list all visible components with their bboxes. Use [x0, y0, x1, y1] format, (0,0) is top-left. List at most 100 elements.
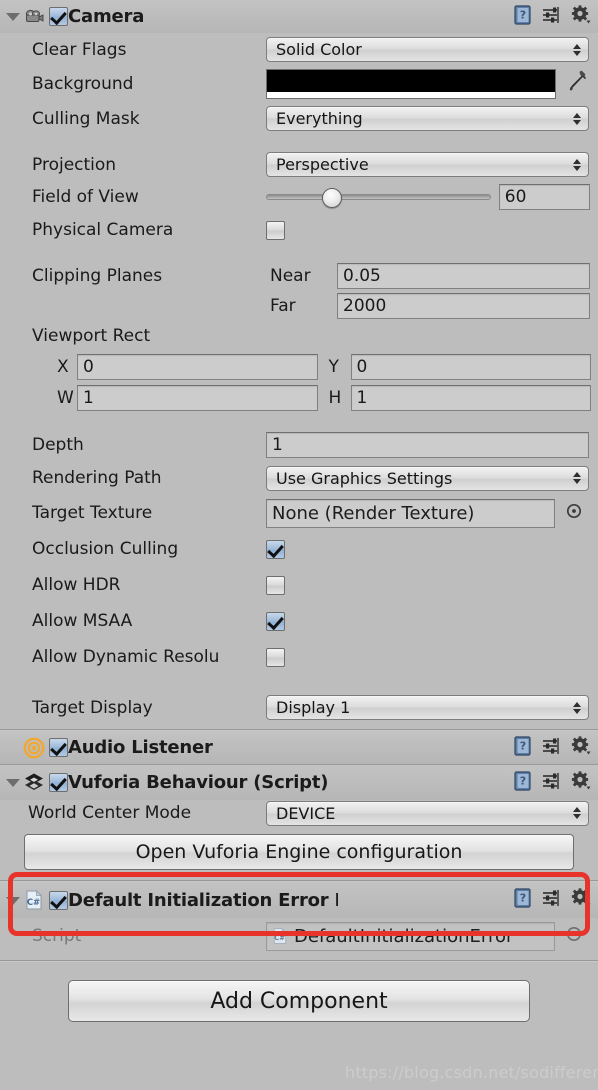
row-script: Script C# DefaultInitializationError — [0, 918, 598, 954]
row-target-texture: Target Texture None (Render Texture) — [0, 495, 598, 531]
value-viewport-x: 0 — [83, 356, 94, 377]
svg-text:?: ? — [520, 774, 526, 787]
chevron-updown-icon — [573, 700, 582, 716]
gear-icon[interactable] — [570, 4, 592, 30]
chevron-updown-icon — [573, 805, 582, 821]
component-header-default-init-error-handler[interactable]: C# Default Initialization Error Hand ? — [0, 882, 598, 918]
dropdown-clear-flags[interactable]: Solid Color — [266, 37, 589, 62]
label-culling-mask: Culling Mask — [32, 108, 140, 129]
value-clipping-far: 2000 — [343, 295, 387, 316]
gear-icon[interactable] — [570, 770, 592, 796]
component-header-audio-listener[interactable]: Audio Listener ? — [0, 731, 598, 765]
label-viewport-rect: Viewport Rect — [32, 326, 151, 346]
label-background: Background — [32, 74, 134, 94]
row-viewport-rect-label: Viewport Rect — [0, 321, 598, 351]
label-viewport-y: Y — [328, 356, 339, 377]
label-viewport-x: X — [57, 356, 69, 377]
label-clipping-planes: Clipping Planes — [32, 265, 163, 286]
checkbox-allow-dynamic-resolution[interactable] — [266, 647, 285, 667]
dropdown-value-projection: Perspective — [276, 155, 369, 174]
add-component-button[interactable]: Add Component — [68, 980, 530, 1022]
foldout-arrow-camera[interactable] — [4, 8, 21, 25]
header-icon-group-default-init-error-handler: ? — [504, 887, 592, 913]
watermark-text: https://blog.csdn.net/sodifferent — [345, 1063, 598, 1082]
help-book-icon[interactable]: ? — [512, 735, 534, 761]
label-near: Near — [270, 265, 311, 286]
dropdown-value-culling-mask: Everything — [276, 109, 363, 128]
label-depth: Depth — [32, 435, 84, 455]
camera-icon — [23, 6, 45, 28]
label-clear-flags: Clear Flags — [32, 39, 127, 60]
input-clipping-far[interactable]: 2000 — [337, 292, 590, 319]
open-vuforia-engine-configuration-button[interactable]: Open Vuforia Engine configuration — [24, 834, 574, 870]
checkbox-allow-msaa[interactable] — [266, 611, 285, 631]
row-clipping-planes-far: Far 2000 — [0, 290, 598, 321]
audio-listener-icon — [23, 737, 45, 759]
row-allow-dynamic-resolution: Allow Dynamic Resolu — [0, 639, 598, 675]
label-projection: Projection — [32, 154, 117, 175]
label-rendering-path: Rendering Path — [32, 468, 162, 488]
component-header-vuforia[interactable]: Vuforia Behaviour (Script) ? — [0, 765, 598, 800]
dropdown-culling-mask[interactable]: Everything — [266, 106, 589, 131]
gear-icon[interactable] — [570, 887, 592, 913]
row-culling-mask: Culling Mask Everything — [0, 102, 598, 135]
component-header-camera[interactable]: Camera ? — [0, 0, 598, 33]
dropdown-world-center-mode[interactable]: DEVICE — [266, 800, 589, 826]
svg-text:?: ? — [520, 892, 526, 905]
checkbox-allow-hdr[interactable] — [266, 575, 285, 595]
object-picker-icon[interactable] — [565, 502, 583, 524]
dropdown-rendering-path[interactable]: Use Graphics Settings — [266, 465, 589, 491]
object-picker-icon[interactable] — [565, 925, 583, 947]
row-physical-camera: Physical Camera — [0, 213, 598, 247]
foldout-arrow-audio-listener[interactable] — [4, 739, 21, 756]
input-viewport-x[interactable]: 0 — [77, 353, 318, 380]
input-field-of-view[interactable]: 60 — [498, 183, 590, 210]
dropdown-value-clear-flags: Solid Color — [276, 40, 362, 59]
object-field-script[interactable]: C# DefaultInitializationError — [266, 921, 555, 951]
help-book-icon[interactable]: ? — [512, 770, 534, 796]
row-allow-hdr: Allow HDR — [0, 567, 598, 603]
vuforia-config-button-wrap: Open Vuforia Engine configuration — [0, 826, 598, 880]
slider-field-of-view[interactable] — [266, 187, 491, 208]
slider-knob[interactable] — [322, 187, 343, 208]
default-init-error-handler-enabled-checkbox[interactable] — [49, 890, 68, 910]
preset-sliders-icon[interactable] — [541, 4, 563, 30]
dropdown-projection[interactable]: Perspective — [266, 152, 589, 177]
color-field-background[interactable] — [266, 69, 556, 99]
object-field-target-texture[interactable]: None (Render Texture) — [266, 498, 555, 528]
label-target-texture: Target Texture — [32, 503, 153, 523]
input-viewport-w[interactable]: 1 — [77, 384, 318, 411]
preset-sliders-icon[interactable] — [541, 735, 563, 761]
help-book-icon[interactable]: ? — [512, 4, 534, 30]
dropdown-target-display[interactable]: Display 1 — [266, 695, 589, 720]
checkbox-occlusion-culling[interactable] — [266, 539, 285, 559]
row-rendering-path: Rendering Path Use Graphics Settings — [0, 461, 598, 495]
audio-listener-enabled-checkbox[interactable] — [49, 738, 68, 757]
value-field-of-view: 60 — [504, 186, 527, 207]
preset-sliders-icon[interactable] — [541, 770, 563, 796]
foldout-arrow-vuforia[interactable] — [4, 774, 21, 791]
vuforia-enabled-checkbox[interactable] — [49, 773, 68, 792]
foldout-arrow-default-init-error-handler[interactable] — [4, 892, 21, 909]
dropdown-value-world-center-mode: DEVICE — [276, 803, 336, 823]
input-viewport-h[interactable]: 1 — [350, 384, 591, 411]
help-book-icon[interactable]: ? — [512, 887, 534, 913]
eyedropper-icon[interactable] — [564, 69, 590, 99]
value-clipping-near: 0.05 — [343, 265, 381, 286]
checkbox-physical-camera[interactable] — [266, 220, 285, 240]
input-depth[interactable]: 1 — [266, 432, 589, 458]
row-viewport-rect-wh: W 1 H 1 — [0, 382, 598, 413]
gear-icon[interactable] — [570, 735, 592, 761]
row-target-display: Target Display Display 1 — [0, 691, 598, 724]
unity-inspector-panel: Camera ? Clear Flags Solid Color Backgro… — [0, 0, 598, 1090]
input-clipping-near[interactable]: 0.05 — [337, 262, 590, 289]
row-viewport-rect-xy: X 0 Y 0 — [0, 351, 598, 382]
camera-enabled-checkbox[interactable] — [49, 7, 68, 26]
header-icon-group-audio-listener: ? — [504, 735, 592, 761]
dropdown-value-target-display: Display 1 — [276, 698, 351, 717]
input-viewport-y[interactable]: 0 — [350, 353, 591, 380]
value-depth: 1 — [272, 435, 283, 455]
preset-sliders-icon[interactable] — [541, 887, 563, 913]
row-allow-msaa: Allow MSAA — [0, 603, 598, 639]
